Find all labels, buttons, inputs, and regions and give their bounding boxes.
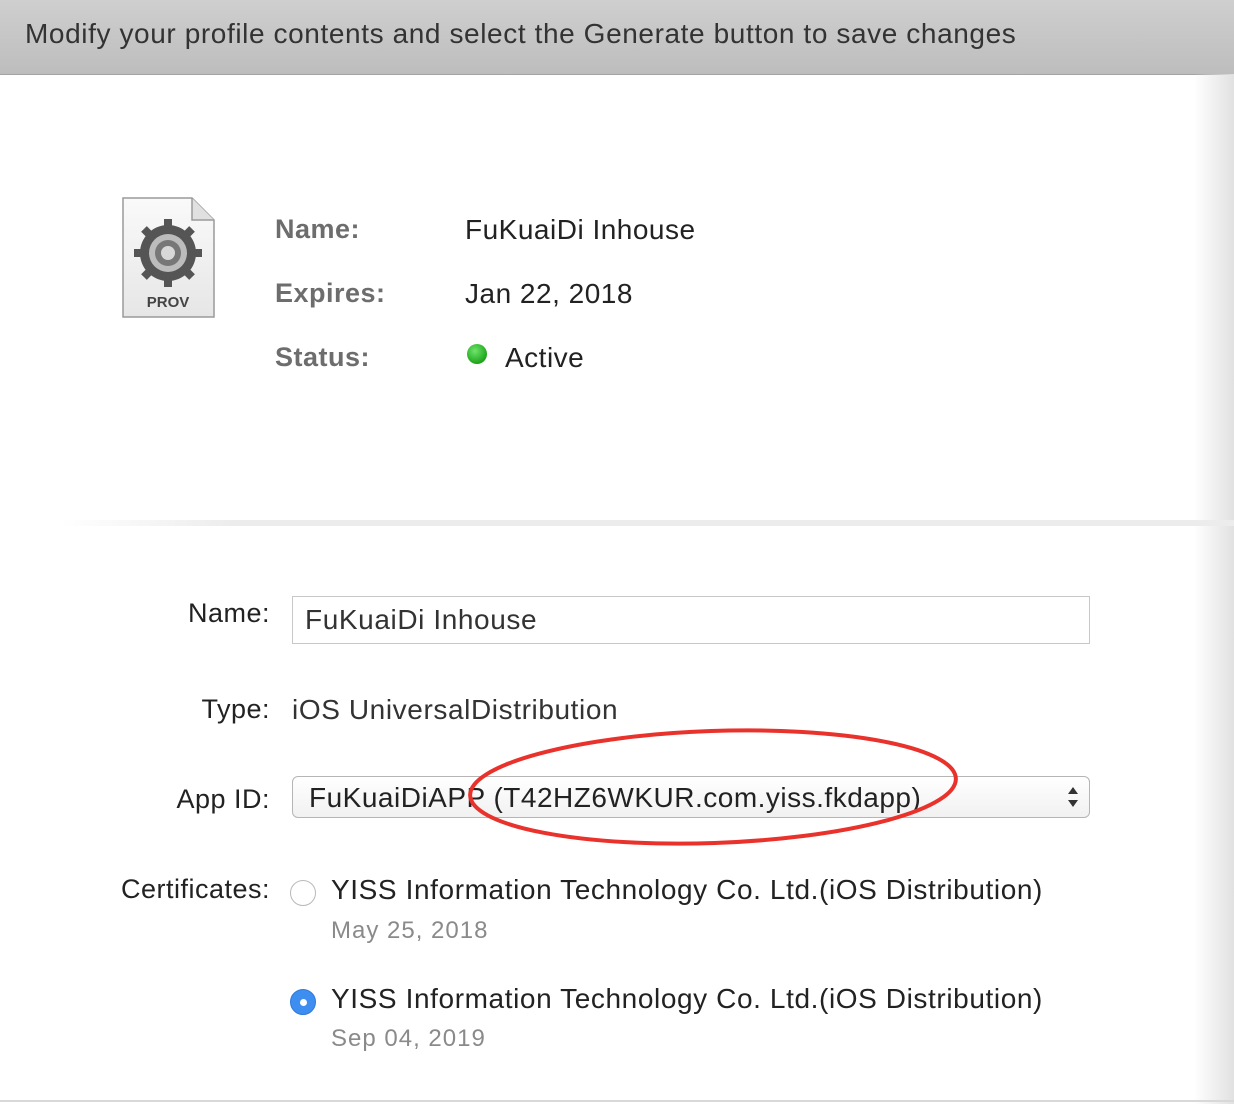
prov-icon-label: PROV <box>147 294 190 311</box>
header-instructions: Modify your profile contents and select … <box>25 18 1017 49</box>
form-certificates-label: Certificates: <box>120 874 270 904</box>
status-active-icon <box>467 344 487 364</box>
form-appid-label: App ID: <box>176 784 270 814</box>
provisioning-profile-icon: PROV <box>118 195 218 320</box>
summary-expires-value: Jan 22, 2018 <box>465 278 633 309</box>
section-divider <box>60 520 1234 526</box>
page-header: Modify your profile contents and select … <box>0 0 1234 75</box>
summary-status-value: Active <box>505 342 585 373</box>
profile-type-value: iOS UniversalDistribution <box>292 694 619 725</box>
form-type-label: Type: <box>201 694 270 724</box>
certificate-radio-1[interactable] <box>290 880 316 906</box>
app-id-select[interactable]: FuKuaiDiAPP (T42HZ6WKUR.com.yiss.fkdapp) <box>292 776 1090 818</box>
bottom-border <box>0 1100 1234 1102</box>
profile-name-input[interactable] <box>292 596 1090 644</box>
form-name-label: Name: <box>187 598 270 628</box>
select-updown-icon <box>1068 787 1078 807</box>
app-id-selected-value: FuKuaiDiAPP (T42HZ6WKUR.com.yiss.fkdapp) <box>309 782 922 813</box>
certificate-radio-2[interactable] <box>290 989 316 1015</box>
certificate-name-2: YISS Information Technology Co. Ltd.(iOS… <box>331 983 1043 1014</box>
certificate-date-2: Sep 04, 2019 <box>331 1025 486 1052</box>
summary-expires-label: Expires: <box>275 278 386 308</box>
summary-name-label: Name: <box>275 214 361 244</box>
summary-status-label: Status: <box>275 342 371 372</box>
summary-name-value: FuKuaiDi Inhouse <box>465 214 696 245</box>
certificate-name-1: YISS Information Technology Co. Ltd.(iOS… <box>331 874 1043 905</box>
right-edge-shadow <box>1194 74 1234 1104</box>
certificate-date-1: May 25, 2018 <box>331 917 489 944</box>
